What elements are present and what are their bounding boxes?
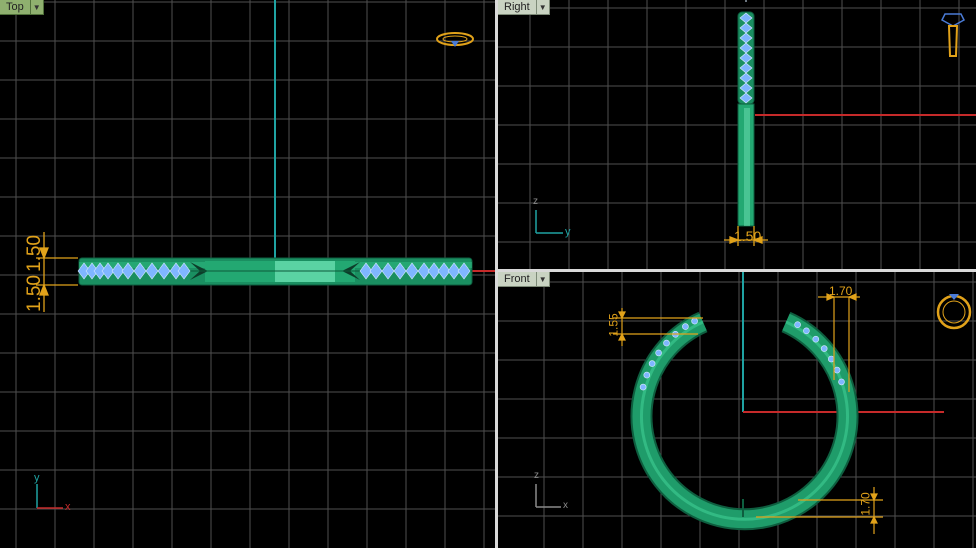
viewport-name-front[interactable]: Front (498, 272, 537, 287)
viewport-name-top[interactable]: Top (0, 0, 31, 15)
viewport-right[interactable]: 1.50 z y Right ▼ (498, 0, 976, 269)
dim-label-front-bottom: 1.70 (858, 492, 873, 516)
dropdown-arrow-icon[interactable]: ▼ (30, 0, 44, 15)
axis-v-label-right: z (533, 196, 538, 207)
dim-label-top-1: 1.50 (24, 235, 45, 272)
dropdown-arrow-icon[interactable]: ▼ (536, 0, 550, 15)
viewport-label-top[interactable]: Top ▼ (0, 0, 44, 15)
ring-side-icon[interactable] (941, 13, 965, 57)
dropdown-arrow-icon[interactable]: ▼ (536, 272, 550, 287)
viewport-divider-vertical[interactable] (495, 0, 498, 548)
ring-top-icon[interactable] (436, 32, 474, 47)
grid (498, 272, 976, 548)
axis-x-label-top: x (65, 501, 71, 513)
axis-widget-top (36, 484, 63, 509)
axis-widget-front (535, 484, 561, 508)
viewport-divider-horizontal[interactable] (498, 269, 976, 272)
ring-front-icon[interactable] (936, 294, 972, 330)
viewport-label-right[interactable]: Right ▼ (498, 0, 550, 15)
dim-label-front-top-left: 1.55 (606, 313, 621, 337)
axis-widget-right (535, 210, 563, 234)
viewport-front[interactable]: 1.55 1.70 1.70 z x Front ▼ (498, 272, 976, 548)
axis-h-label-front: x (563, 500, 568, 511)
axis-v-label-front: z (534, 470, 539, 481)
viewport-front-canvas[interactable] (498, 272, 976, 548)
dim-label-front-top-right: 1.70 (829, 284, 853, 298)
dim-label-right: 1.50 (734, 228, 762, 244)
dim-label-top-2: 1.50 (24, 275, 45, 312)
axis-y-label-top: y (34, 472, 40, 484)
viewport-top-canvas[interactable] (0, 0, 495, 548)
viewport-label-front[interactable]: Front ▼ (498, 272, 550, 287)
viewport-name-right[interactable]: Right (498, 0, 537, 15)
viewport-top[interactable]: 1.50 1.50 y x Top ▼ (0, 0, 495, 548)
axis-h-label-right: y (565, 226, 571, 238)
